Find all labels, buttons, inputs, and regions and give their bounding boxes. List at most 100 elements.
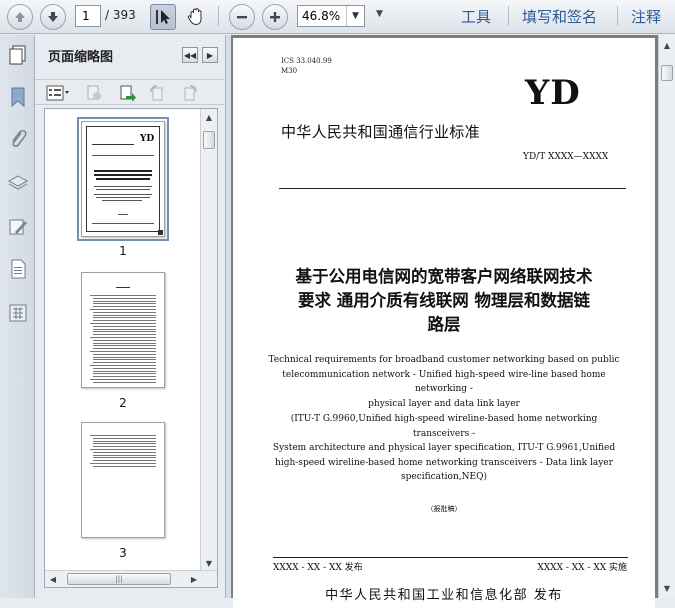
thumbnail-panel: 页面缩略图 ◀◀ ▶ YD 1 2 3 ▲ ▼ ◀ ||| ▶ — [35, 35, 226, 598]
thumbnail-label: 3 — [119, 546, 127, 560]
hand-icon — [187, 8, 202, 26]
scroll-left-icon[interactable]: ◀ — [45, 571, 61, 587]
thumbnail-page-3[interactable] — [81, 422, 165, 538]
thumbnail-text-line — [93, 331, 156, 333]
english-title-line: telecommunication network - Unified high… — [282, 369, 606, 395]
thumbnail-text-line — [93, 356, 156, 358]
document-vertical-scrollbar[interactable]: ▲ ▼ — [658, 35, 675, 598]
previous-page-button[interactable] — [7, 4, 33, 30]
thumbnail-text-line — [93, 339, 156, 341]
thumbnail-options-button[interactable] — [44, 83, 72, 103]
thumbnail-text-line — [93, 348, 156, 350]
thumbnail-text-line — [93, 381, 156, 383]
scrollbar-thumb[interactable] — [661, 65, 673, 81]
thumbnail-text-line — [90, 309, 156, 310]
page-total-label: / 393 — [105, 8, 136, 22]
order-icon — [9, 304, 27, 322]
rotate-ccw-icon — [150, 85, 163, 101]
bookmarks-nav-button[interactable] — [6, 85, 30, 109]
toolbar-options-chevron-icon[interactable]: ▼ — [376, 9, 383, 19]
thumbnail-page-1[interactable]: YD — [77, 117, 169, 241]
scroll-down-icon[interactable]: ▼ — [659, 580, 675, 596]
thumbnail-resize-handle[interactable] — [158, 230, 163, 235]
thumbnail-horizontal-scrollbar[interactable]: ◀ ||| ▶ — [45, 570, 217, 587]
toolbar-separator — [508, 6, 509, 26]
thumbnail-text-line — [93, 325, 156, 327]
thumbnail-text-line — [93, 446, 156, 448]
next-page-button[interactable] — [40, 4, 66, 30]
layers-nav-button[interactable] — [6, 171, 30, 195]
arrow-down-icon — [48, 12, 58, 22]
panel-header: 页面缩略图 ◀◀ ▶ — [35, 35, 226, 73]
zoom-out-button[interactable] — [229, 4, 255, 30]
scrollbar-thumb[interactable] — [203, 131, 215, 149]
chevron-down-icon[interactable]: ▼ — [346, 6, 364, 26]
thumbnail-logo: YD — [140, 134, 155, 144]
thumbnail-text-line — [93, 367, 156, 369]
attachments-nav-button[interactable] — [6, 127, 30, 151]
thumbnail-text-line — [93, 451, 156, 453]
scrollbar-thumb[interactable]: ||| — [67, 573, 171, 585]
rotate-cw-icon — [184, 85, 197, 101]
title-line: 基于公用电信网的宽带客户网络联网技术 — [295, 267, 593, 286]
panel-title: 页面缩略图 — [48, 50, 114, 65]
thumbnail-list: YD 1 2 3 ▲ ▼ ◀ ||| ▶ — [44, 108, 218, 588]
comment-menu-button[interactable]: 注释 — [631, 6, 661, 27]
signatures-nav-button[interactable] — [6, 215, 30, 239]
fill-sign-menu-button[interactable]: 填写和签名 — [522, 6, 597, 27]
rotate-left-button[interactable] — [147, 83, 167, 103]
thumbnail-vertical-scrollbar[interactable]: ▲ ▼ — [200, 109, 217, 571]
scroll-up-icon[interactable]: ▲ — [659, 37, 675, 53]
thumbnail-text-line — [93, 457, 156, 459]
content-nav-button[interactable] — [6, 257, 30, 281]
layers-icon — [7, 175, 29, 190]
insert-page-icon — [120, 85, 136, 102]
thumbnail-text-line — [93, 297, 156, 299]
minus-icon — [237, 16, 247, 19]
footer-divider — [273, 557, 628, 558]
zoom-level-select[interactable]: 46.8% ▼ — [297, 5, 365, 27]
header-divider — [279, 188, 626, 189]
itu-line: (ITU-T G.9960,Unified high-speed wirelin… — [290, 414, 598, 439]
thumbnail-text-line — [90, 365, 156, 366]
thumbnail-text-line — [93, 303, 156, 305]
insert-pages-button[interactable] — [117, 83, 137, 103]
thumbnail-page-2[interactable] — [81, 272, 165, 388]
rotate-right-button[interactable] — [180, 83, 200, 103]
toolbar-separator — [617, 6, 618, 26]
expand-panel-button[interactable]: ▶ — [202, 47, 218, 63]
pages-icon — [9, 45, 26, 65]
ics-line: ICS 33.040.99 — [281, 57, 332, 65]
tools-menu-button[interactable]: 工具 — [461, 6, 491, 27]
select-tool-button[interactable] — [150, 4, 176, 30]
standard-code: YD/T XXXX—XXXX — [523, 152, 609, 162]
thumbnail-text-line — [93, 376, 156, 378]
scroll-right-icon[interactable]: ▶ — [186, 571, 202, 587]
order-nav-button[interactable] — [6, 301, 30, 325]
document-view: ICS 33.040.99 M30 YD 中华人民共和国通信行业标准 YD/T … — [231, 35, 675, 608]
panel-toolbar — [35, 79, 226, 105]
thumbnail-text-line — [93, 342, 156, 344]
title-line: 要求 通用介质有线联网 物理层和数据链 — [298, 291, 590, 310]
page-number-input[interactable]: 1 — [75, 5, 101, 27]
zoom-in-button[interactable] — [262, 4, 288, 30]
collapse-panel-button[interactable]: ◀◀ — [182, 47, 198, 63]
hand-tool-button[interactable] — [183, 4, 209, 30]
signature-pen-icon — [9, 219, 27, 235]
itu-line: high-speed wireline-based home networkin… — [275, 457, 613, 468]
yd-logo: YD — [525, 73, 581, 113]
scroll-down-icon[interactable]: ▼ — [201, 555, 217, 571]
thumbnail-text-line — [93, 328, 156, 330]
thumbnail-text-line — [93, 311, 156, 313]
thumbnail-text-line — [93, 353, 156, 355]
thumbnail-text-line — [93, 314, 156, 316]
delete-pages-button[interactable] — [84, 83, 104, 103]
main-toolbar: 1 / 393 46.8% ▼ ▼ 工具 填写和签名 注释 — [0, 0, 675, 34]
english-title-line: Technical requirements for broadband cus… — [268, 355, 620, 365]
paperclip-icon — [12, 129, 27, 148]
scroll-up-icon[interactable]: ▲ — [201, 109, 217, 125]
issuing-authority: 中华人民共和国工业和信息化部 发布 — [325, 588, 563, 603]
page-thumbnails-nav-button[interactable] — [6, 43, 30, 67]
thumbnail-text-line — [90, 379, 156, 380]
classification-line: M30 — [281, 67, 298, 75]
